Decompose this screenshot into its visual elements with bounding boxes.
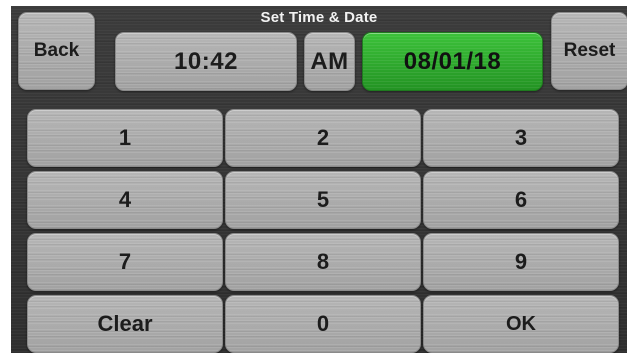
ampm-value: AM (310, 47, 349, 75)
key-7-label: 7 (118, 249, 132, 274)
key-1-button[interactable]: 1 (27, 109, 223, 167)
ampm-toggle[interactable]: AM (304, 32, 355, 91)
ok-button-label: OK (506, 312, 536, 335)
key-6-button[interactable]: 6 (423, 171, 619, 229)
key-9-label: 9 (514, 249, 528, 274)
key-8-label: 8 (316, 249, 330, 274)
ok-button[interactable]: OK (423, 295, 619, 353)
reset-button-label: Reset (563, 40, 616, 61)
set-time-date-screen: Set Time & Date Back 10:42 AM 08/01/18 R… (11, 6, 627, 353)
reset-button[interactable]: Reset (551, 12, 627, 90)
key-4-button[interactable]: 4 (27, 171, 223, 229)
key-1-label: 1 (118, 125, 132, 150)
key-6-label: 6 (514, 187, 528, 212)
key-3-button[interactable]: 3 (423, 109, 619, 167)
key-8-button[interactable]: 8 (225, 233, 421, 291)
time-value: 10:42 (174, 47, 238, 75)
key-3-label: 3 (514, 125, 528, 150)
key-5-button[interactable]: 5 (225, 171, 421, 229)
key-9-button[interactable]: 9 (423, 233, 619, 291)
key-4-label: 4 (118, 187, 132, 212)
time-field[interactable]: 10:42 (115, 32, 297, 91)
key-5-label: 5 (316, 187, 330, 212)
page-title: Set Time & Date (260, 9, 378, 26)
key-2-button[interactable]: 2 (225, 109, 421, 167)
back-button-label: Back (33, 40, 80, 61)
key-7-button[interactable]: 7 (27, 233, 223, 291)
date-value: 08/01/18 (403, 47, 502, 75)
clear-button[interactable]: Clear (27, 295, 223, 353)
key-2-label: 2 (316, 125, 330, 150)
key-0-button[interactable]: 0 (225, 295, 421, 353)
date-field[interactable]: 08/01/18 (362, 32, 543, 91)
clear-button-label: Clear (97, 311, 153, 336)
key-0-label: 0 (316, 311, 330, 336)
back-button[interactable]: Back (18, 12, 95, 90)
